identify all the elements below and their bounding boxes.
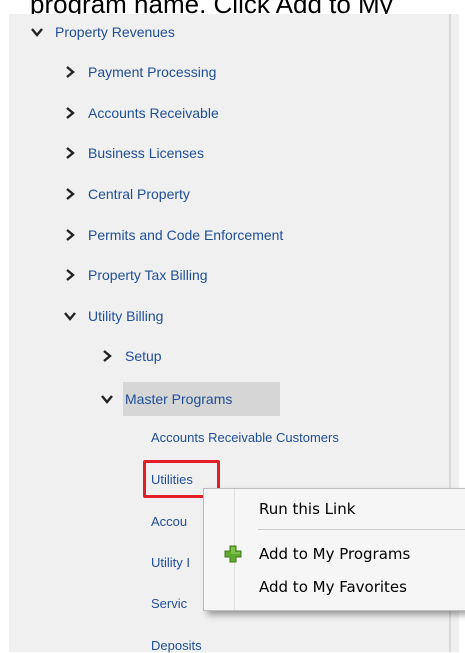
chevron-down-icon: [101, 393, 113, 405]
tree-node-permits-code-enforcement[interactable]: Permits and Code Enforcement: [64, 225, 283, 245]
program-link-services[interactable]: Servic: [151, 596, 187, 611]
chevron-down-icon: [31, 26, 43, 38]
menu-item-run-this-link[interactable]: Run this Link: [204, 494, 465, 524]
chevron-right-icon: [64, 107, 76, 119]
chevron-right-icon: [64, 269, 76, 281]
context-menu: Run this Link Add to My Programs Add to …: [203, 488, 465, 611]
menu-item-label: Run this Link: [259, 500, 356, 518]
program-link-accounts[interactable]: Accou: [151, 514, 187, 529]
tree-node-master-programs[interactable]: Master Programs: [101, 389, 232, 409]
tree-node-property-revenues[interactable]: Property Revenues: [31, 22, 175, 42]
tree-node-label: Utility Billing: [88, 308, 164, 324]
menu-separator: [258, 529, 465, 530]
chevron-right-icon: [64, 147, 76, 159]
tree-node-payment-processing[interactable]: Payment Processing: [64, 62, 216, 82]
menu-item-label: Add to My Programs: [259, 545, 411, 563]
chevron-right-icon: [64, 229, 76, 241]
green-plus-icon: [224, 545, 242, 563]
tree-node-label: Business Licenses: [88, 145, 204, 161]
chevron-right-icon: [101, 350, 113, 362]
menu-item-add-to-my-programs[interactable]: Add to My Programs: [204, 539, 465, 569]
program-link-deposits[interactable]: Deposits: [151, 638, 202, 653]
chevron-right-icon: [64, 188, 76, 200]
tree-node-central-property[interactable]: Central Property: [64, 184, 190, 204]
chevron-right-icon: [64, 66, 76, 78]
tree-node-label: Permits and Code Enforcement: [88, 227, 284, 243]
program-link-accounts-receivable-customers[interactable]: Accounts Receivable Customers: [151, 430, 339, 445]
tree-node-label: Property Tax Billing: [88, 267, 208, 283]
tree-node-label: Accounts Receivable: [88, 105, 219, 121]
tree-node-label: Property Revenues: [55, 24, 175, 40]
tree-node-label: Setup: [125, 348, 162, 364]
menu-item-label: Add to My Favorites: [259, 578, 407, 596]
tree-node-business-licenses[interactable]: Business Licenses: [64, 143, 204, 163]
tree-node-setup[interactable]: Setup: [101, 346, 162, 366]
menu-item-add-to-my-favorites[interactable]: Add to My Favorites: [204, 572, 465, 602]
tree-node-label: Master Programs: [125, 391, 233, 407]
tree-node-label: Payment Processing: [88, 64, 217, 80]
tree-node-property-tax-billing[interactable]: Property Tax Billing: [64, 265, 208, 285]
tree-node-utility-billing[interactable]: Utility Billing: [64, 306, 163, 326]
tree-node-accounts-receivable[interactable]: Accounts Receivable: [64, 103, 219, 123]
program-link-utility[interactable]: Utility I: [151, 555, 190, 570]
tree-node-label: Central Property: [88, 186, 190, 202]
chevron-down-icon: [64, 310, 76, 322]
